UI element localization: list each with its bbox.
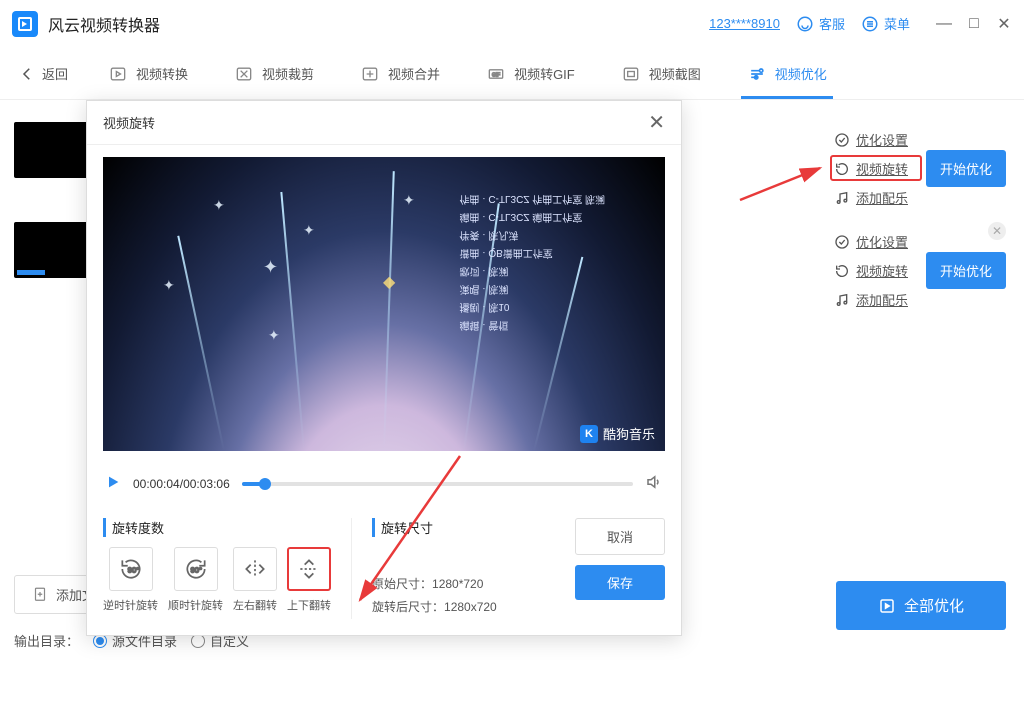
start-optimize-1[interactable]: 开始优化 xyxy=(926,150,1006,187)
rotate-icon xyxy=(834,161,850,177)
music-icon xyxy=(834,292,850,308)
rotate-dialog: 视频旋转 ✕ ✦ ✦ ✦ ✦ ✦ ✦ ◆ 编辑 · 管恒播剧 · 陈10演唱 ·… xyxy=(86,100,682,636)
video-thumb-1[interactable] xyxy=(14,122,90,178)
tab-convert[interactable]: 视频转换 xyxy=(108,50,188,98)
menu-icon xyxy=(861,15,879,33)
nav-bar: 返回 视频转换 视频裁剪 视频合并 GIF视频转GIF 视频截图 视频优化 xyxy=(0,48,1024,100)
app-logo xyxy=(12,11,38,37)
rotate-size-title: 旋转尺寸 xyxy=(372,518,497,537)
start-optimize-2[interactable]: 开始优化 xyxy=(926,252,1006,289)
play-button[interactable] xyxy=(105,474,121,493)
check-icon xyxy=(834,132,850,148)
optimize-all-button[interactable]: 全部优化 xyxy=(836,581,1006,630)
tab-crop[interactable]: 视频裁剪 xyxy=(234,50,314,98)
app-title: 风云视频转换器 xyxy=(48,12,160,36)
play-icon xyxy=(878,597,896,615)
original-size: 1280*720 xyxy=(432,577,483,591)
watermark: K酷狗音乐 xyxy=(580,424,655,443)
minimize-button[interactable]: — xyxy=(936,16,952,32)
video-preview: ✦ ✦ ✦ ✦ ✦ ✦ ◆ 编辑 · 管恒播剧 · 陈10演唱 · 陈澜歌词 ·… xyxy=(103,157,665,451)
titlebar: 风云视频转换器 123****8910 客服 菜单 — □ ✕ xyxy=(0,0,1024,48)
arrow-left-icon xyxy=(18,65,36,83)
tab-gif[interactable]: GIF视频转GIF xyxy=(486,50,575,98)
dialog-close-button[interactable]: ✕ xyxy=(648,110,665,135)
cancel-button[interactable]: 取消 xyxy=(575,518,665,555)
opt-rotate-1[interactable]: 视频旋转 xyxy=(834,159,908,178)
opt-optimize-1[interactable]: 优化设置 xyxy=(834,130,908,149)
music-icon xyxy=(834,190,850,206)
gif-icon: GIF xyxy=(486,64,506,84)
check-icon xyxy=(834,234,850,250)
save-button[interactable]: 保存 xyxy=(575,565,665,600)
tab-screenshot[interactable]: 视频截图 xyxy=(621,50,701,98)
screenshot-icon xyxy=(621,64,641,84)
flip-horizontal-button[interactable] xyxy=(233,547,277,591)
svg-text:90°: 90° xyxy=(190,565,201,574)
maximize-button[interactable]: □ xyxy=(966,16,982,32)
support-button[interactable]: 客服 xyxy=(796,14,845,33)
file-add-icon xyxy=(31,586,49,604)
svg-text:GIF: GIF xyxy=(492,72,500,78)
dialog-title: 视频旋转 xyxy=(103,113,155,132)
opt-music-2[interactable]: 添加配乐 xyxy=(834,290,908,309)
tab-merge[interactable]: 视频合并 xyxy=(360,50,440,98)
tab-optimize[interactable]: 视频优化 xyxy=(747,50,827,98)
svg-text:90°: 90° xyxy=(127,565,138,574)
menu-button[interactable]: 菜单 xyxy=(861,14,910,33)
account-link[interactable]: 123****8910 xyxy=(709,16,780,31)
rotate-ccw-button[interactable]: 90° xyxy=(109,547,153,591)
crop-icon xyxy=(234,64,254,84)
volume-button[interactable] xyxy=(645,473,663,494)
rotate-icon xyxy=(834,263,850,279)
back-button[interactable]: 返回 xyxy=(18,64,68,83)
close-button[interactable]: ✕ xyxy=(996,16,1012,32)
rotate-degree-title: 旋转度数 xyxy=(103,518,331,537)
flip-vertical-button[interactable] xyxy=(287,547,331,591)
opt-rotate-2[interactable]: 视频旋转 xyxy=(834,261,908,280)
time-display: 00:00:04/00:03:06 xyxy=(133,477,230,491)
output-label: 输出目录： xyxy=(14,631,79,650)
opt-music-1[interactable]: 添加配乐 xyxy=(834,188,908,207)
video-thumb-2[interactable] xyxy=(14,222,90,278)
progress-slider[interactable] xyxy=(242,482,633,486)
merge-icon xyxy=(360,64,380,84)
video-credits: 编辑 · 管恒播剧 · 陈10演唱 · 陈澜歌词 · 陈澜谱曲 · QB谱曲工作… xyxy=(459,189,605,333)
rotated-size: 1280x720 xyxy=(444,600,497,614)
rotate-cw-button[interactable]: 90° xyxy=(174,547,218,591)
headset-icon xyxy=(796,15,814,33)
optimize-icon xyxy=(747,64,767,84)
convert-icon xyxy=(108,64,128,84)
opt-optimize-2[interactable]: 优化设置 xyxy=(834,232,908,251)
